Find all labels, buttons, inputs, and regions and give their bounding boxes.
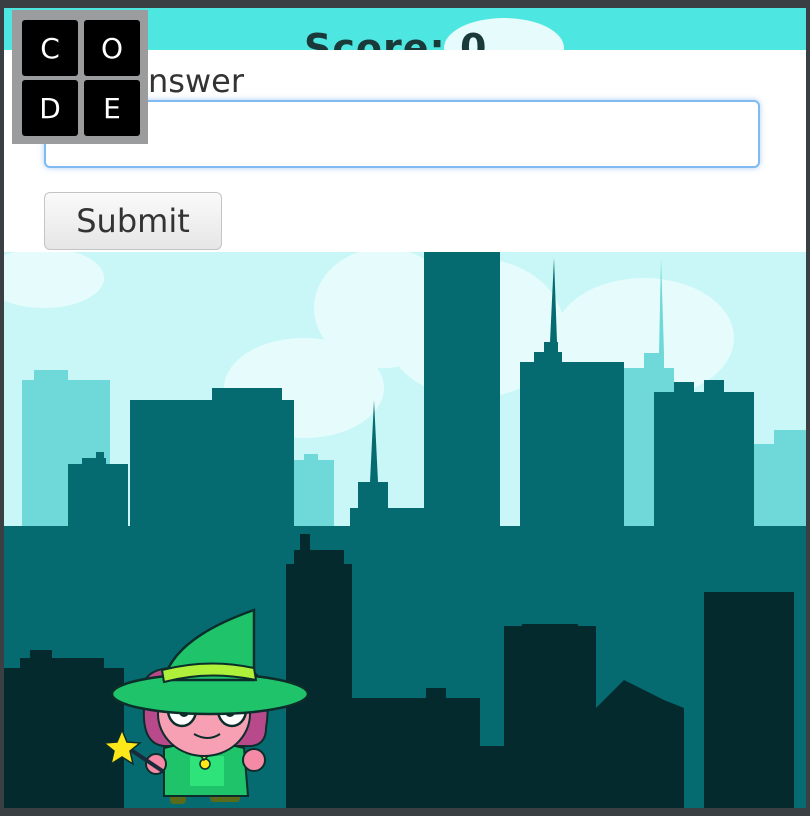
logo-letter-o: O xyxy=(84,20,140,76)
answer-input[interactable] xyxy=(44,100,760,168)
logo-letter-c: C xyxy=(22,20,78,76)
submit-button[interactable]: Submit xyxy=(44,192,222,250)
logo-letter-e: E xyxy=(84,80,140,136)
game-viewport: Score: 0 your Answer Submit C O D E xyxy=(4,8,806,808)
code-org-logo[interactable]: C O D E xyxy=(12,10,148,144)
logo-letter-d: D xyxy=(22,80,78,136)
